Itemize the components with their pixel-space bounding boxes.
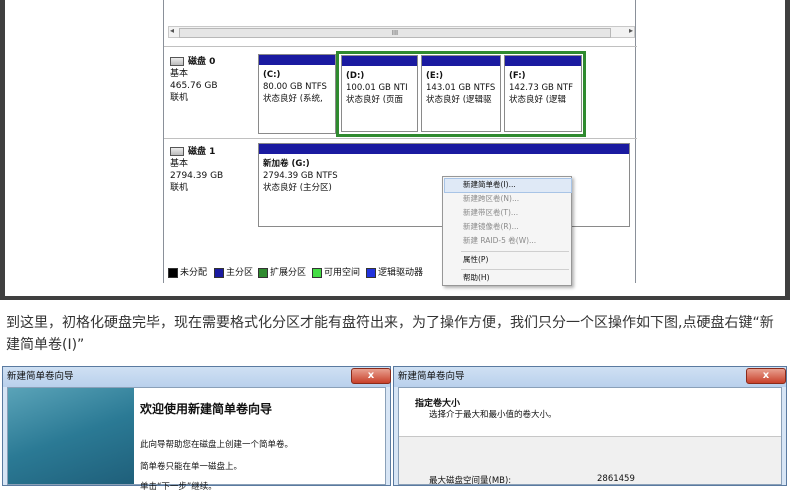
menu-new-raid5-volume[interactable]: 新建 RAID-5 卷(W)... xyxy=(463,234,536,247)
scroll-right-icon[interactable]: ▸ xyxy=(629,26,633,35)
partition-d-name: (D:) xyxy=(346,71,365,81)
partition-c-status: 状态良好 (系统, xyxy=(263,94,323,104)
max-space-value: 2861459 xyxy=(597,474,635,484)
wizard-body: 指定卷大小 选择介于最大和最小值的卷大小。 最大磁盘空间量(MB): 28614… xyxy=(398,387,782,486)
partition-e[interactable]: (E:) 143.01 GB NTFS 状态良好 (逻辑驱 xyxy=(421,55,501,132)
partition-f-status: 状态良好 (逻辑 xyxy=(509,95,567,105)
legend-item: 未分配 xyxy=(168,265,207,278)
partition-d[interactable]: (D:) 100.01 GB NTI 状态良好 (页面 xyxy=(341,55,418,132)
wizard-line-3: 单击“下一步”继续。 xyxy=(140,482,217,492)
legend-swatch xyxy=(214,267,224,278)
disk1-size: 2794.39 GB xyxy=(170,171,224,181)
menu-new-mirrored-volume[interactable]: 新建镜像卷(R)... xyxy=(463,220,519,233)
partition-f[interactable]: (F:) 142.73 GB NTF 状态良好 (逻辑 xyxy=(504,55,582,132)
wizard-line-2: 简单卷只能在单一磁盘上。 xyxy=(140,462,243,472)
legend-swatch xyxy=(258,267,268,278)
partition-f-name: (F:) xyxy=(509,71,526,81)
close-icon: x xyxy=(762,370,770,381)
partition-d-status: 状态良好 (页面 xyxy=(346,95,404,105)
legend-item: 可用空间 xyxy=(312,265,360,278)
disk-icon xyxy=(170,57,184,66)
partition-e-size: 143.01 GB NTFS xyxy=(426,83,496,93)
disk1-name: 磁盘 1 xyxy=(188,147,216,157)
context-menu: 新建简单卷(I)... 新建跨区卷(N)... 新建带区卷(T)... 新建镜像… xyxy=(442,176,572,286)
legend-item: 扩展分区 xyxy=(258,265,306,278)
disk0-size: 465.76 GB xyxy=(170,81,218,91)
partition-d-size: 100.01 GB NTI xyxy=(346,83,408,93)
disk0-status: 联机 xyxy=(170,93,189,103)
caption-text: 到这里，初格化硬盘完毕，现在需要格式化分区才能有盘符出来，为了操作方便，我们只分… xyxy=(6,315,774,353)
partition-c[interactable]: (C:) 80.00 GB NTFS 状态良好 (系统, xyxy=(258,54,336,134)
partition-c-name: (C:) xyxy=(263,70,281,80)
disk-icon xyxy=(170,147,184,156)
menu-help[interactable]: 帮助(H) xyxy=(463,271,490,284)
partition-c-size: 80.00 GB NTFS xyxy=(263,82,327,92)
wizard-line-1: 此向导帮助您在磁盘上创建一个简单卷。 xyxy=(140,440,294,450)
menu-new-striped-volume[interactable]: 新建带区卷(T)... xyxy=(463,206,518,219)
close-icon: x xyxy=(367,370,375,381)
wizard-body: 欢迎使用新建简单卷向导 此向导帮助您在磁盘上创建一个简单卷。 简单卷只能在单一磁… xyxy=(7,387,386,492)
menu-new-simple-volume[interactable]: 新建简单卷(I)... xyxy=(463,178,516,191)
wizard-header: 指定卷大小 选择介于最大和最小值的卷大小。 xyxy=(399,388,781,437)
disk0-type: 基本 xyxy=(170,69,189,79)
partition-e-status: 状态良好 (逻辑驱 xyxy=(426,95,492,105)
close-button[interactable]: x xyxy=(746,368,786,384)
menu-separator xyxy=(461,269,569,270)
disk1-type: 基本 xyxy=(170,159,189,169)
partition-f-size: 142.73 GB NTF xyxy=(509,83,574,93)
wizard-volume-size-window: 新建简单卷向导 x 指定卷大小 选择介于最大和最小值的卷大小。 最大磁盘空间量(… xyxy=(393,366,787,486)
wizard-welcome-window: 新建简单卷向导 x 欢迎使用新建简单卷向导 此向导帮助您在磁盘上创建一个简单卷。… xyxy=(2,366,391,492)
scroll-left-icon[interactable]: ◂ xyxy=(170,26,174,35)
wizard-title: 新建简单卷向导 xyxy=(394,367,786,387)
row-divider xyxy=(164,138,637,139)
horizontal-scrollbar[interactable]: ◂ III ▸ xyxy=(168,26,635,38)
disk0-label[interactable]: 磁盘 0 基本 465.76 GB 联机 xyxy=(170,56,256,104)
legend-swatch xyxy=(366,267,376,278)
row-divider xyxy=(164,46,637,47)
wizard-content: 最大磁盘空间量(MB): 2861459 xyxy=(399,437,781,486)
wizard-subheading: 选择介于最大和最小值的卷大小。 xyxy=(429,410,557,420)
partition-g-name: 新加卷 (G:) xyxy=(263,159,310,169)
menu-new-spanned-volume[interactable]: 新建跨区卷(N)... xyxy=(463,192,519,205)
partition-e-name: (E:) xyxy=(426,71,443,81)
scroll-thumb[interactable]: III xyxy=(179,28,611,38)
legend-item: 主分区 xyxy=(214,265,253,278)
menu-properties[interactable]: 属性(P) xyxy=(463,253,488,266)
menu-separator xyxy=(461,251,569,252)
disk1-label[interactable]: 磁盘 1 基本 2794.39 GB 联机 xyxy=(170,146,256,194)
close-button[interactable]: x xyxy=(351,368,391,384)
disk0-name: 磁盘 0 xyxy=(188,57,216,67)
legend-swatch xyxy=(312,267,322,278)
max-space-label: 最大磁盘空间量(MB): xyxy=(429,476,512,486)
disk-management-screenshot: ◂ III ▸ 磁盘 0 基本 465.76 GB 联机 (C:) 80.00 … xyxy=(0,0,790,300)
legend-swatch xyxy=(168,267,178,278)
wizard-title: 新建简单卷向导 xyxy=(3,367,390,387)
disk1-status: 联机 xyxy=(170,183,189,193)
wizard-heading: 欢迎使用新建简单卷向导 xyxy=(140,402,273,416)
legend-item: 逻辑驱动器 xyxy=(366,265,423,278)
wizard-side-graphic xyxy=(8,388,134,484)
